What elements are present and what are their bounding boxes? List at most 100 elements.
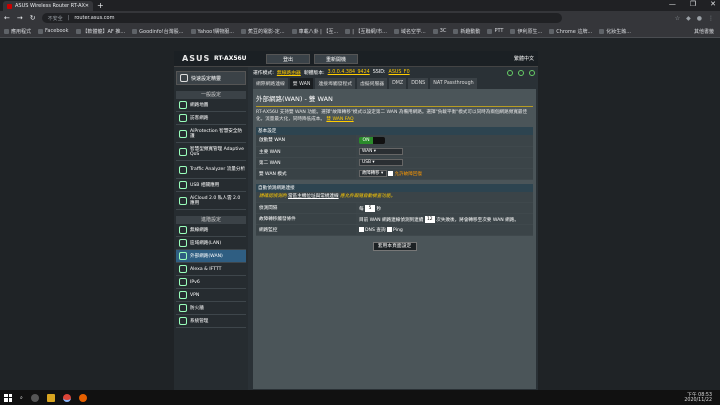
wifi-status-icon[interactable]: [529, 69, 535, 76]
fw-link[interactable]: 3.0.0.4.384_9424: [328, 70, 370, 75]
wan-tab[interactable]: 虛擬伺服器: [357, 78, 388, 89]
secondary-wan-select[interactable]: USB ▾: [359, 159, 403, 166]
wan-tab[interactable]: NAT Passthrough: [430, 78, 477, 89]
wan-tab[interactable]: 雙 WAN: [289, 78, 314, 89]
other-bookmarks[interactable]: 其他書籤: [694, 28, 720, 35]
sidebar-item[interactable]: Alexa & IFTTT: [176, 263, 246, 276]
bookmark-label: 車載八卦 | 【互...: [298, 28, 339, 35]
router-header: ASUS RT-AX56U 登出 重新開機 繁體中文: [174, 51, 538, 67]
sidebar-item[interactable]: AiCloud 2.0 私人雲 2.0 應用: [176, 192, 246, 210]
language-select[interactable]: 繁體中文: [514, 55, 534, 62]
ping-checkbox[interactable]: [387, 227, 393, 232]
close-window-button[interactable]: ✕: [710, 0, 716, 8]
ssid-link[interactable]: ASUS_F0: [389, 70, 410, 75]
menu-icon[interactable]: ⋮: [708, 15, 714, 22]
bookmark-item[interactable]: 域名空学...: [393, 28, 426, 35]
star-icon[interactable]: ☆: [675, 15, 680, 22]
primary-wan-label: 主要 WAN: [256, 146, 356, 158]
url-input[interactable]: 不安全 | router.asus.com: [41, 13, 562, 23]
bookmark-item[interactable]: 應用程式: [4, 28, 31, 35]
sidebar-item[interactable]: IPv6: [176, 276, 246, 289]
bookmark-icon: [241, 28, 246, 34]
sidebar-item[interactable]: AiProtection 智慧安全防護: [176, 125, 246, 143]
status-bar: 運作模式: 無線路由器 韌體版本: 3.0.0.4.384_9424 SSID: AS…: [251, 67, 538, 78]
wan-tab[interactable]: 連接埠觸發程式: [315, 78, 356, 89]
bookmark-item[interactable]: 化妝生蝕...: [599, 28, 631, 35]
sidebar-item[interactable]: USB 相關應用: [176, 179, 246, 192]
dns-query-checkbox[interactable]: [359, 227, 364, 232]
sidebar-item[interactable]: VPN: [176, 289, 246, 302]
sidebar-item-label: 網路地圖: [190, 102, 209, 108]
extension-icon[interactable]: ◆: [686, 15, 691, 22]
page-viewport: ASUS RT-AX56U 登出 重新開機 繁體中文 快速設定精靈 一般設定 網…: [0, 38, 720, 390]
primary-wan-select[interactable]: WAN ▾: [359, 148, 403, 155]
close-tab-icon[interactable]: ✕: [85, 3, 89, 9]
network-status-icon[interactable]: [507, 69, 513, 76]
sidebar-item[interactable]: 訪客網路: [176, 112, 246, 125]
bookmark-icon: [453, 28, 459, 34]
page-description: RT-AX56U 支持雙 WAN 功能。選擇"故障轉移"模式以設定第二 WAN …: [256, 110, 533, 123]
bookmark-item[interactable]: Goodinfo!台灣股...: [132, 28, 184, 35]
dual-wan-mode-select[interactable]: 故障轉移 ▾: [359, 170, 387, 177]
wan-tab[interactable]: DDNS: [408, 78, 429, 89]
sidebar-item[interactable]: 防火牆: [176, 302, 246, 315]
forward-icon[interactable]: →: [17, 14, 23, 22]
maximize-button[interactable]: ❐: [690, 0, 696, 8]
interval-input[interactable]: 5: [365, 204, 376, 212]
menu-icon: [179, 226, 187, 234]
reload-icon[interactable]: ↻: [30, 14, 36, 22]
sidebar-item[interactable]: 智慧型頻寬管理 Adaptive QoS: [176, 143, 246, 161]
bookmark-item[interactable]: Yahoo!購物服...: [190, 28, 234, 35]
note-link[interactable]: 當區主機位址與常規連線: [288, 194, 339, 199]
windows-start-icon[interactable]: [4, 393, 12, 402]
clock-date: 2020/11/22: [684, 397, 712, 403]
chrome-icon[interactable]: [62, 393, 71, 402]
sidebar-item-label: Alexa & IFTTT: [190, 266, 222, 272]
browser-tab[interactable]: ASUS Wireless Router RT-AX5...✕: [3, 1, 93, 11]
sidebar-item[interactable]: 無線網路: [176, 224, 246, 237]
wan-tab[interactable]: DMZ: [389, 78, 407, 89]
minimize-button[interactable]: —: [669, 0, 676, 8]
bookmark-item[interactable]: 車載八卦 | 【互...: [291, 28, 339, 35]
sidebar-item[interactable]: 系統管理: [176, 315, 246, 328]
back-icon[interactable]: ←: [4, 14, 10, 22]
sidebar-item[interactable]: 區域網路(LAN): [176, 237, 246, 250]
reboot-button[interactable]: 重新開機: [314, 54, 358, 64]
bookmark-item[interactable]: PTT: [487, 28, 503, 34]
bookmark-icon: [190, 28, 196, 34]
bookmark-item[interactable]: 【軟體龍】AF 推...: [75, 28, 125, 35]
usb-status-icon[interactable]: [518, 69, 524, 76]
search-icon[interactable]: ⌕: [20, 395, 23, 401]
sidebar-item[interactable]: 網路地圖: [176, 99, 246, 112]
bookmark-item[interactable]: 新趣動動: [453, 28, 480, 35]
bookmark-item[interactable]: Facebook: [38, 28, 69, 34]
bookmark-item[interactable]: 蕉豆的電影-定...: [241, 28, 285, 35]
logout-button[interactable]: 登出: [266, 54, 310, 64]
file-explorer-icon[interactable]: [46, 393, 55, 402]
bookmark-item[interactable]: Chrome 這牌...: [549, 28, 592, 35]
task-view-icon[interactable]: [30, 393, 39, 402]
sidebar-item-label: Traffic Analyzer 流量分析: [190, 167, 246, 172]
secondary-wan-value: USB: [362, 160, 372, 165]
sidebar-item-label: 訪客網路: [190, 115, 209, 121]
firefox-icon[interactable]: [78, 393, 87, 402]
bookmark-item[interactable]: 3C: [432, 28, 446, 34]
dual-wan-toggle[interactable]: ON: [359, 136, 385, 144]
faq-link[interactable]: 雙 WAN FAQ: [326, 117, 353, 122]
bookmark-item[interactable]: 伊利原生...: [510, 28, 542, 35]
mode-link[interactable]: 無線路由器: [277, 69, 301, 76]
sidebar-item[interactable]: Traffic Analyzer 流量分析: [176, 161, 246, 179]
bookmark-item[interactable]: | 【互聯網/市...: [345, 28, 387, 35]
allow-failback-checkbox[interactable]: [388, 171, 394, 176]
wan-tab[interactable]: 網際網路連線: [253, 78, 288, 89]
menu-icon: [179, 196, 187, 205]
menu-icon: [179, 114, 187, 122]
sidebar-item[interactable]: 外部網路(WAN): [176, 250, 246, 263]
browser-tab-strip: ASUS Wireless Router RT-AX5...✕ + — ❐ ✕: [0, 0, 720, 11]
quick-setup-button[interactable]: 快速設定精靈: [176, 71, 246, 85]
profile-icon[interactable]: ●: [697, 15, 702, 22]
interval-unit: 秒: [376, 206, 382, 212]
apply-button[interactable]: 套用本頁面設定: [372, 242, 417, 251]
new-tab-button[interactable]: +: [97, 1, 104, 10]
trigger-count-input[interactable]: 12: [424, 215, 435, 223]
